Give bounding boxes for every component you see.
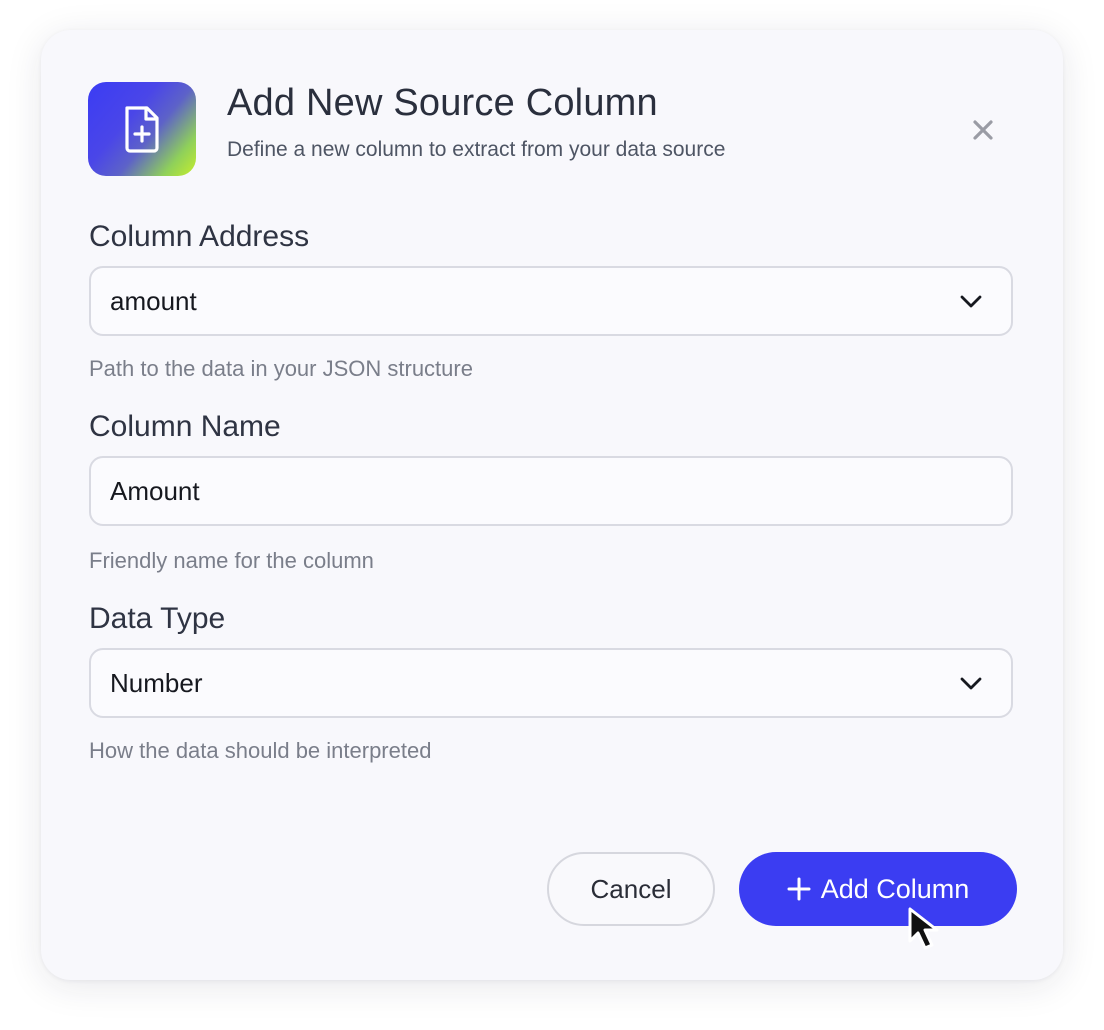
column-address-help: Path to the data in your JSON structure bbox=[89, 356, 473, 381]
plus-icon bbox=[787, 877, 811, 901]
add-column-button-label: Add Column bbox=[820, 873, 970, 904]
column-name-value: Amount bbox=[110, 476, 200, 506]
cancel-button-label: Cancel bbox=[590, 873, 672, 904]
file-plus-icon bbox=[88, 82, 196, 176]
cancel-button[interactable]: Cancel bbox=[547, 852, 715, 926]
mouse-pointer-icon bbox=[908, 907, 939, 950]
chevron-down-icon bbox=[960, 677, 982, 690]
column-name-label: Column Name bbox=[89, 410, 281, 443]
data-type-select[interactable]: Number bbox=[89, 648, 1013, 718]
add-source-column-dialog: Add New Source Column Define a new colum… bbox=[41, 30, 1063, 980]
column-address-value: amount bbox=[110, 286, 197, 316]
dialog-subtitle: Define a new column to extract from your… bbox=[227, 138, 726, 161]
data-type-label: Data Type bbox=[89, 602, 226, 635]
data-type-value: Number bbox=[110, 668, 203, 698]
dialog-title: Add New Source Column bbox=[227, 82, 658, 124]
column-address-label: Column Address bbox=[89, 220, 310, 253]
column-name-input[interactable]: Amount bbox=[89, 456, 1013, 526]
close-button[interactable] bbox=[967, 114, 999, 146]
column-address-select[interactable]: amount bbox=[89, 266, 1013, 336]
close-icon bbox=[973, 120, 993, 140]
add-column-button[interactable]: Add Column bbox=[739, 852, 1017, 926]
chevron-down-icon bbox=[960, 295, 982, 308]
column-name-help: Friendly name for the column bbox=[89, 548, 374, 573]
data-type-help: How the data should be interpreted bbox=[89, 738, 432, 763]
